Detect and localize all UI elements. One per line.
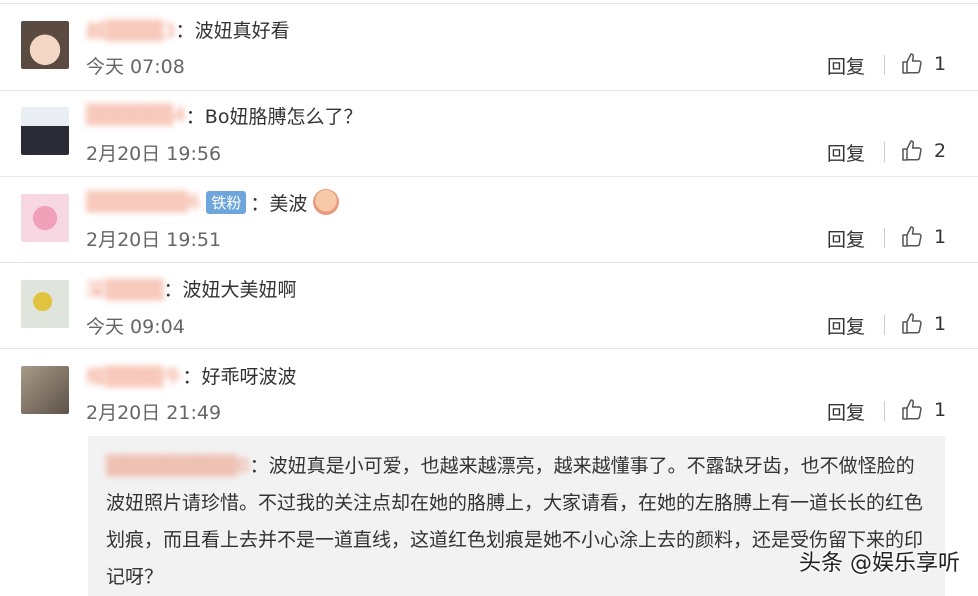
- reply-button[interactable]: 回复: [827, 139, 865, 166]
- separator: [884, 315, 885, 335]
- comment-line: 深▒▒▒▒ ： 波妞大美妞啊: [86, 273, 296, 303]
- avatar[interactable]: [21, 107, 69, 155]
- username[interactable]: 帽▒▒▒▒牛: [86, 362, 182, 389]
- colon: ：: [250, 192, 270, 215]
- colon: ：: [163, 278, 183, 301]
- like-button[interactable]: 1: [900, 312, 946, 336]
- comment-line: 越▒▒▒▒3 ： 波妞真好看: [86, 14, 290, 44]
- divider: [0, 90, 978, 91]
- avatar[interactable]: [21, 194, 69, 242]
- timestamp: 2月20日 21:49: [86, 402, 222, 424]
- comment-text: 波妞真好看: [194, 19, 290, 42]
- divider: [0, 176, 978, 177]
- like-button[interactable]: 1: [900, 225, 946, 249]
- comment-text: 波妞大美妞啊: [182, 278, 297, 301]
- thumbs-up-icon: [902, 53, 922, 74]
- separator: [884, 228, 885, 248]
- timestamp: 今天 07:08: [86, 56, 185, 78]
- timestamp: 2月20日 19:51: [86, 229, 222, 251]
- like-button[interactable]: 1: [900, 52, 946, 76]
- thumbs-up-icon: [902, 140, 922, 161]
- timestamp: 2月20日 19:56: [86, 143, 222, 165]
- avatar[interactable]: [21, 280, 69, 328]
- reply-button[interactable]: 回复: [827, 52, 865, 79]
- like-button[interactable]: 2: [900, 139, 946, 163]
- reply-button[interactable]: 回复: [827, 225, 865, 252]
- comment-text: 美波: [269, 192, 308, 215]
- like-count: 1: [934, 53, 947, 75]
- comment-text: 好乖呀波波: [201, 365, 297, 388]
- avatar[interactable]: [21, 21, 69, 69]
- thumbs-up-icon: [902, 399, 922, 420]
- separator: [884, 401, 885, 421]
- username[interactable]: ▒▒▒▒▒▒▒6: [86, 191, 200, 213]
- watermark: 头条 @娱乐享听: [799, 551, 960, 576]
- username[interactable]: 深▒▒▒▒: [86, 275, 163, 302]
- reply-button[interactable]: 回复: [827, 312, 865, 339]
- divider: [0, 348, 978, 349]
- fan-badge[interactable]: 铁粉: [206, 190, 247, 214]
- username[interactable]: ▒▒▒▒▒▒4: [86, 104, 186, 126]
- thumbs-up-icon: [902, 313, 922, 334]
- face-emoji-icon: [313, 189, 340, 215]
- colon: ：: [249, 455, 269, 477]
- comment-text: Bo妞胳膊怎么了？: [204, 105, 363, 128]
- thumbs-up-icon: [902, 226, 922, 247]
- like-count: 1: [934, 313, 947, 335]
- like-button[interactable]: 1: [900, 398, 946, 422]
- colon: ：: [185, 105, 205, 128]
- comment-line: ▒▒▒▒▒▒4 ： Bo妞胳膊怎么了？: [86, 100, 362, 130]
- separator: [884, 55, 885, 75]
- username[interactable]: ▒▒▒▒▒▒▒▒▒0: [106, 455, 250, 477]
- reply-button[interactable]: 回复: [827, 398, 865, 425]
- like-count: 2: [934, 140, 947, 162]
- divider: [0, 262, 978, 263]
- colon: ：: [175, 19, 195, 42]
- timestamp: 今天 09:04: [86, 316, 185, 338]
- comment-line: 帽▒▒▒▒牛 ： 好乖呀波波: [86, 360, 296, 390]
- separator: [884, 142, 885, 162]
- username[interactable]: 越▒▒▒▒3: [86, 16, 176, 43]
- avatar[interactable]: [21, 366, 69, 414]
- colon: ：: [182, 365, 202, 388]
- divider: [0, 3, 978, 4]
- like-count: 1: [934, 226, 947, 248]
- comment-line: ▒▒▒▒▒▒▒6 铁粉 ： 美波: [86, 187, 340, 217]
- like-count: 1: [934, 399, 947, 421]
